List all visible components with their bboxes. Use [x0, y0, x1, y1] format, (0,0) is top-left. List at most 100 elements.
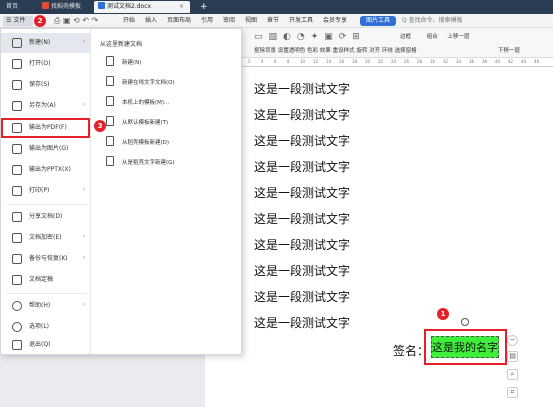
- step-marker-3: 3: [94, 120, 106, 132]
- quick-access-icons[interactable]: ⎙ ▣ ⟲ ↶ ↷: [54, 16, 98, 26]
- menu-dev-tools[interactable]: 开发工具: [289, 16, 313, 26]
- doc-line: 这是一段测试文字: [254, 82, 351, 96]
- ribbon-row-1: 抠除背景 设置透明色 色彩 效果 重设样式 旋转 对齐 环绕 选择窗格: [254, 46, 417, 54]
- template-icon: [106, 96, 114, 106]
- ruler-tick: 28: [417, 59, 423, 64]
- menu-reference[interactable]: 引用: [201, 16, 213, 26]
- rotate-handle-icon[interactable]: [461, 318, 469, 326]
- ruler-tick: 14: [326, 59, 332, 64]
- menu-review[interactable]: 审阅: [223, 16, 235, 26]
- docer-icon: [42, 2, 49, 9]
- menu-item-exit[interactable]: 退出(Q): [1, 335, 90, 355]
- menu-insert[interactable]: 插入: [145, 16, 157, 26]
- docer-text-icon: [106, 156, 114, 166]
- menu-item-save-as[interactable]: 另存为(A) ›: [1, 96, 90, 116]
- menu-member[interactable]: 会员专享: [323, 16, 347, 26]
- effect-button[interactable]: 效果: [320, 48, 331, 54]
- chevron-right-icon: ›: [83, 186, 86, 193]
- ruler-tick: 10: [300, 59, 306, 64]
- menu-item-export-pdf[interactable]: 输出为PDF(F): [1, 118, 90, 138]
- ruler-tick: 40: [495, 59, 501, 64]
- ribbon-icons: ▭▧◐◔✦▣⟳⊞: [254, 32, 366, 42]
- tab-docer-templates[interactable]: 找稻壳模板: [38, 1, 90, 13]
- menu-page-layout[interactable]: 页面布局: [167, 16, 191, 26]
- step-marker-2: 2: [34, 15, 46, 27]
- doc-line: 这是一段测试文字: [254, 160, 351, 174]
- finalize-icon: [12, 275, 22, 285]
- bring-forward-button[interactable]: 上移一层: [448, 34, 470, 40]
- new-tab-button[interactable]: +: [196, 1, 208, 13]
- group-button[interactable]: 组合: [427, 34, 438, 40]
- pdf-icon: [12, 123, 22, 133]
- menu-item-export-pptx[interactable]: 输出为PPTX(X): [1, 160, 90, 180]
- picture-tools-tab[interactable]: 图片工具: [360, 16, 396, 26]
- ruler-tick: 2: [248, 59, 251, 64]
- select-pane-button[interactable]: 选择窗格: [395, 48, 417, 54]
- crop-icon[interactable]: ⌗: [507, 387, 518, 398]
- help-icon: [12, 301, 22, 311]
- menu-item-finalize[interactable]: 文档定稿: [1, 270, 90, 290]
- ruler-tick: 34: [456, 59, 462, 64]
- menu-item-export-image[interactable]: 输出为图片(G): [1, 139, 90, 159]
- command-search[interactable]: Q 查找命令、搜索模板: [402, 16, 463, 26]
- menu-item-open[interactable]: 打开(O): [1, 54, 90, 74]
- doc-line: 这是一段测试文字: [254, 238, 351, 252]
- image-icon: [12, 144, 22, 154]
- file-menu-button[interactable]: ☰ 文件: [3, 16, 33, 26]
- menu-item-encrypt[interactable]: 文档加密(E) ›: [1, 228, 90, 248]
- doc-line: 这是一段测试文字: [254, 134, 351, 148]
- layout-options-icon[interactable]: ▤: [507, 351, 518, 362]
- send-backward-button[interactable]: 下移一层: [498, 46, 520, 54]
- doc-line: 这是一段测试文字: [254, 316, 351, 330]
- reset-style-button[interactable]: 重设样式: [333, 48, 355, 54]
- ruler-tick: 36: [469, 59, 475, 64]
- menu-start[interactable]: 开始: [123, 16, 135, 26]
- border-button[interactable]: 边框: [400, 34, 411, 40]
- doc-line: 这是一段测试文字: [254, 212, 351, 226]
- gear-icon: [12, 322, 22, 332]
- share-icon: [12, 212, 22, 222]
- menu-item-new[interactable]: 新建(N) ›: [1, 33, 90, 53]
- menu-item-save[interactable]: 保存(S): [1, 75, 90, 95]
- menu-view[interactable]: 视图: [245, 16, 257, 26]
- close-tab-icon[interactable]: ×: [179, 1, 184, 13]
- zoom-icon[interactable]: ⌕: [507, 369, 518, 380]
- tab-bar: 首页 找稻壳模板 测试文档2.docx × +: [0, 0, 553, 14]
- ruler: 2 4 6 8 10 12 14 16 18 20 22 24 26 28 30 32 34 36 38 40 42 44…: [240, 58, 553, 67]
- ruler-tick: 46: [534, 59, 540, 64]
- menu-bar: ☰ 文件 ⎙ ▣ ⟲ ↶ ↷ 开始 插入 页面布局 引用 审阅 视图 章节 开发…: [0, 14, 553, 28]
- color-button[interactable]: 色彩: [307, 48, 318, 54]
- save-icon: [12, 80, 22, 90]
- tab-document[interactable]: 测试文档2.docx ×: [94, 1, 190, 13]
- menu-item-print[interactable]: 打印(P) ›: [1, 181, 90, 201]
- ruler-tick: 20: [365, 59, 371, 64]
- menu-item-backup[interactable]: 备份与恢复(K) ›: [1, 249, 90, 269]
- menu-item-share[interactable]: 分享文档(D): [1, 207, 90, 227]
- chevron-right-icon: ›: [83, 38, 86, 45]
- file-menu-left-column: 新建(N) › 打开(O) 保存(S) 另存为(A) › 输出为PDF(F) 输出为…: [1, 29, 91, 354]
- menu-chapter[interactable]: 章节: [267, 16, 279, 26]
- menu-item-help[interactable]: 帮助(H) ›: [1, 296, 90, 316]
- remove-bg-button[interactable]: 抠除背景: [254, 48, 276, 54]
- divider: [7, 204, 87, 205]
- set-transparent-button[interactable]: 设置透明色: [278, 48, 306, 54]
- ruler-tick: 22: [378, 59, 384, 64]
- signature-image[interactable]: 这是我的名字: [431, 336, 499, 358]
- ruler-tick: 42: [508, 59, 514, 64]
- template-icon: [106, 116, 114, 126]
- minus-icon[interactable]: −: [507, 335, 518, 346]
- ruler-tick: 24: [391, 59, 397, 64]
- docer-template-icon: [106, 136, 114, 146]
- ruler-tick: 30: [430, 59, 436, 64]
- hamburger-icon: ☰: [6, 17, 12, 24]
- rotate-button[interactable]: 旋转: [356, 48, 367, 54]
- menu-item-options[interactable]: 选项(L): [1, 317, 90, 337]
- align-button[interactable]: 对齐: [369, 48, 380, 54]
- step-marker-1: 1: [437, 308, 449, 320]
- chevron-right-icon: ›: [83, 233, 86, 240]
- ruler-tick: 12: [313, 59, 319, 64]
- file-dropdown-menu: 新建(N) › 打开(O) 保存(S) 另存为(A) › 输出为PDF(F) 输出为…: [0, 28, 242, 355]
- tab-home[interactable]: 首页: [2, 1, 32, 13]
- chevron-right-icon: ›: [83, 301, 86, 308]
- wrap-button[interactable]: 环绕: [382, 48, 393, 54]
